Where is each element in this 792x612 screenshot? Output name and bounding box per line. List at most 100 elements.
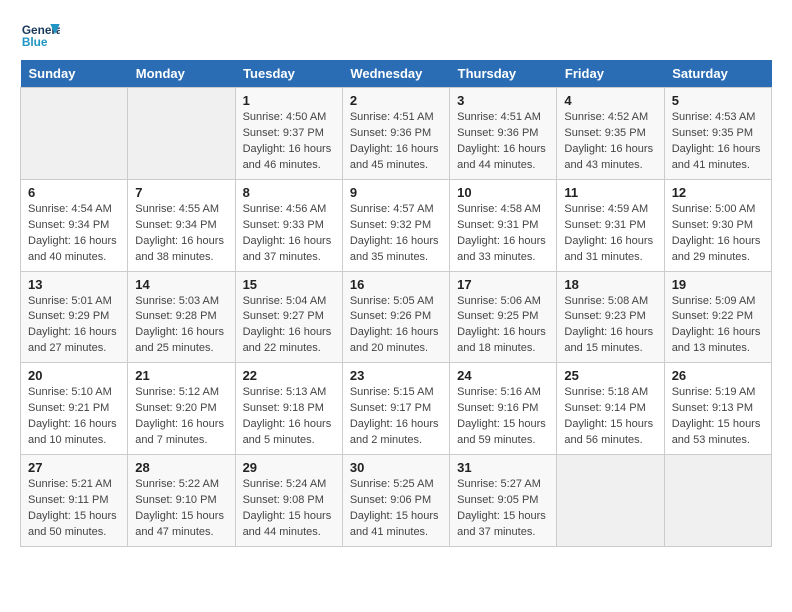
logo-icon: General Blue [20, 20, 60, 50]
calendar-cell: 14 Sunrise: 5:03 AM Sunset: 9:28 PM Dayli… [128, 271, 235, 363]
calendar-cell: 27 Sunrise: 5:21 AM Sunset: 9:11 PM Dayli… [21, 455, 128, 547]
day-number: 28 [135, 460, 227, 475]
calendar-cell: 21Sunrise: 5:12 AM Sunset: 9:20 PM Dayli… [128, 363, 235, 455]
day-number: 12 [672, 185, 764, 200]
calendar-cell: 28 Sunrise: 5:22 AM Sunset: 9:10 PM Dayli… [128, 455, 235, 547]
header: General Blue [20, 20, 772, 50]
day-number: 13 [28, 277, 120, 292]
day-number: 27 [28, 460, 120, 475]
calendar-header: SundayMondayTuesdayWednesdayThursdayFrid… [21, 60, 772, 88]
day-number: 31 [457, 460, 549, 475]
day-info: Sunrise: 5:19 AM Sunset: 9:13 PM Dayligh… [672, 385, 764, 449]
day-info: Sunrise: 5:05 AM Sunset: 9:26 PM Dayligh… [350, 294, 442, 358]
day-number: 2 [350, 93, 442, 108]
day-number: 4 [564, 93, 656, 108]
calendar-week: 27 Sunrise: 5:21 AM Sunset: 9:11 PM Dayli… [21, 455, 772, 547]
calendar-cell: 23 Sunrise: 5:15 AM Sunset: 9:17 PM Dayli… [342, 363, 449, 455]
day-info: Sunrise: 5:06 AM Sunset: 9:25 PM Dayligh… [457, 294, 549, 358]
day-info: Sunrise: 5:00 AM Sunset: 9:30 PM Dayligh… [672, 202, 764, 266]
day-number: 8 [243, 185, 335, 200]
calendar-cell: 19 Sunrise: 5:09 AM Sunset: 9:22 PM Dayli… [664, 271, 771, 363]
day-number: 17 [457, 277, 549, 292]
weekday-header: Monday [128, 60, 235, 88]
day-info: Sunrise: 4:56 AM Sunset: 9:33 PM Dayligh… [243, 202, 335, 266]
calendar-cell: 1 Sunrise: 4:50 AM Sunset: 9:37 PM Daylig… [235, 88, 342, 180]
day-number: 11 [564, 185, 656, 200]
calendar-cell: 25 Sunrise: 5:18 AM Sunset: 9:14 PM Dayli… [557, 363, 664, 455]
calendar-cell: 17 Sunrise: 5:06 AM Sunset: 9:25 PM Dayli… [450, 271, 557, 363]
weekday-header: Wednesday [342, 60, 449, 88]
day-info: Sunrise: 5:03 AM Sunset: 9:28 PM Dayligh… [135, 294, 227, 358]
calendar-cell: 8 Sunrise: 4:56 AM Sunset: 9:33 PM Daylig… [235, 179, 342, 271]
day-info: Sunrise: 5:18 AM Sunset: 9:14 PM Dayligh… [564, 385, 656, 449]
day-info: Sunrise: 4:52 AM Sunset: 9:35 PM Dayligh… [564, 110, 656, 174]
logo: General Blue [20, 20, 60, 50]
calendar-cell: 5Sunrise: 4:53 AM Sunset: 9:35 PM Daylig… [664, 88, 771, 180]
calendar-cell: 18Sunrise: 5:08 AM Sunset: 9:23 PM Dayli… [557, 271, 664, 363]
day-info: Sunrise: 4:54 AM Sunset: 9:34 PM Dayligh… [28, 202, 120, 266]
day-number: 29 [243, 460, 335, 475]
day-number: 7 [135, 185, 227, 200]
day-info: Sunrise: 5:04 AM Sunset: 9:27 PM Dayligh… [243, 294, 335, 358]
day-number: 9 [350, 185, 442, 200]
calendar-cell: 20Sunrise: 5:10 AM Sunset: 9:21 PM Dayli… [21, 363, 128, 455]
day-number: 30 [350, 460, 442, 475]
day-number: 22 [243, 368, 335, 383]
calendar-cell: 6 Sunrise: 4:54 AM Sunset: 9:34 PM Daylig… [21, 179, 128, 271]
day-number: 15 [243, 277, 335, 292]
calendar-cell: 4 Sunrise: 4:52 AM Sunset: 9:35 PM Daylig… [557, 88, 664, 180]
calendar-cell [664, 455, 771, 547]
day-number: 23 [350, 368, 442, 383]
calendar-cell [557, 455, 664, 547]
day-info: Sunrise: 4:59 AM Sunset: 9:31 PM Dayligh… [564, 202, 656, 266]
day-number: 5 [672, 93, 764, 108]
calendar-cell: 22 Sunrise: 5:13 AM Sunset: 9:18 PM Dayli… [235, 363, 342, 455]
day-number: 3 [457, 93, 549, 108]
day-number: 6 [28, 185, 120, 200]
day-number: 26 [672, 368, 764, 383]
calendar-cell: 26 Sunrise: 5:19 AM Sunset: 9:13 PM Dayli… [664, 363, 771, 455]
day-info: Sunrise: 5:25 AM Sunset: 9:06 PM Dayligh… [350, 477, 442, 541]
day-info: Sunrise: 5:01 AM Sunset: 9:29 PM Dayligh… [28, 294, 120, 358]
day-info: Sunrise: 5:15 AM Sunset: 9:17 PM Dayligh… [350, 385, 442, 449]
weekday-header: Saturday [664, 60, 771, 88]
svg-text:Blue: Blue [22, 35, 48, 49]
calendar-week: 6 Sunrise: 4:54 AM Sunset: 9:34 PM Daylig… [21, 179, 772, 271]
day-number: 24 [457, 368, 549, 383]
day-number: 10 [457, 185, 549, 200]
calendar-cell: 30 Sunrise: 5:25 AM Sunset: 9:06 PM Dayli… [342, 455, 449, 547]
calendar-cell: 11 Sunrise: 4:59 AM Sunset: 9:31 PM Dayli… [557, 179, 664, 271]
day-number: 14 [135, 277, 227, 292]
calendar-cell [21, 88, 128, 180]
day-info: Sunrise: 5:27 AM Sunset: 9:05 PM Dayligh… [457, 477, 549, 541]
calendar-cell: 16Sunrise: 5:05 AM Sunset: 9:26 PM Dayli… [342, 271, 449, 363]
day-number: 18 [564, 277, 656, 292]
day-info: Sunrise: 5:09 AM Sunset: 9:22 PM Dayligh… [672, 294, 764, 358]
day-number: 20 [28, 368, 120, 383]
day-info: Sunrise: 4:51 AM Sunset: 9:36 PM Dayligh… [350, 110, 442, 174]
calendar-cell [128, 88, 235, 180]
weekday-header: Sunday [21, 60, 128, 88]
calendar-cell: 10Sunrise: 4:58 AM Sunset: 9:31 PM Dayli… [450, 179, 557, 271]
weekday-header: Friday [557, 60, 664, 88]
day-info: Sunrise: 5:13 AM Sunset: 9:18 PM Dayligh… [243, 385, 335, 449]
calendar-cell: 29Sunrise: 5:24 AM Sunset: 9:08 PM Dayli… [235, 455, 342, 547]
day-number: 25 [564, 368, 656, 383]
calendar-week: 1 Sunrise: 4:50 AM Sunset: 9:37 PM Daylig… [21, 88, 772, 180]
calendar-cell: 13 Sunrise: 5:01 AM Sunset: 9:29 PM Dayli… [21, 271, 128, 363]
day-number: 1 [243, 93, 335, 108]
day-info: Sunrise: 5:22 AM Sunset: 9:10 PM Dayligh… [135, 477, 227, 541]
calendar-cell: 24 Sunrise: 5:16 AM Sunset: 9:16 PM Dayli… [450, 363, 557, 455]
weekday-header: Thursday [450, 60, 557, 88]
day-info: Sunrise: 4:51 AM Sunset: 9:36 PM Dayligh… [457, 110, 549, 174]
day-info: Sunrise: 5:21 AM Sunset: 9:11 PM Dayligh… [28, 477, 120, 541]
calendar-cell: 9Sunrise: 4:57 AM Sunset: 9:32 PM Daylig… [342, 179, 449, 271]
calendar-cell: 7Sunrise: 4:55 AM Sunset: 9:34 PM Daylig… [128, 179, 235, 271]
calendar-cell: 3 Sunrise: 4:51 AM Sunset: 9:36 PM Daylig… [450, 88, 557, 180]
calendar-cell: 15 Sunrise: 5:04 AM Sunset: 9:27 PM Dayli… [235, 271, 342, 363]
calendar-week: 20Sunrise: 5:10 AM Sunset: 9:21 PM Dayli… [21, 363, 772, 455]
day-info: Sunrise: 4:50 AM Sunset: 9:37 PM Dayligh… [243, 110, 335, 174]
day-info: Sunrise: 5:16 AM Sunset: 9:16 PM Dayligh… [457, 385, 549, 449]
calendar-week: 13 Sunrise: 5:01 AM Sunset: 9:29 PM Dayli… [21, 271, 772, 363]
day-number: 19 [672, 277, 764, 292]
